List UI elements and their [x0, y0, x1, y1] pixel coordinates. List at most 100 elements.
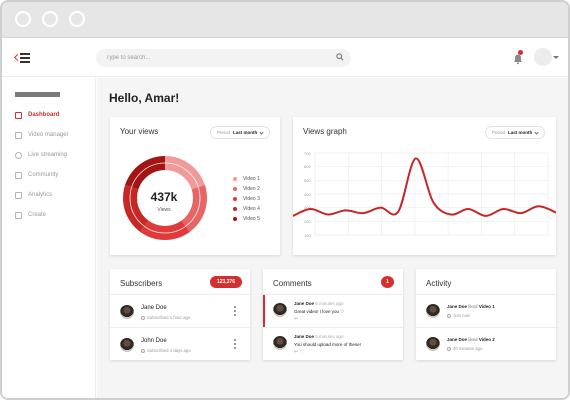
more-options-icon[interactable] — [234, 339, 237, 351]
legend-swatch — [233, 197, 237, 201]
list-item[interactable]: John Doe Subscribed 4 days ago — [110, 327, 250, 360]
sidebar-item-create[interactable]: Create — [15, 209, 93, 221]
window-maximize-button[interactable] — [69, 11, 85, 27]
avatar — [120, 338, 134, 352]
reply-icon[interactable]: ↩ — [294, 349, 298, 355]
selected-indicator — [263, 295, 265, 328]
activity-actor: Jane Doe — [447, 337, 468, 342]
like-icon[interactable]: ♡ — [300, 316, 304, 322]
views-total: 437k — [150, 190, 178, 204]
sidebar-item-label: Analytics — [28, 192, 53, 198]
comment-time: 5 minutes ago — [315, 334, 344, 339]
avatar — [426, 337, 440, 351]
legend-swatch — [233, 187, 237, 191]
menu-collapse-icon[interactable] — [13, 52, 31, 64]
legend-item: Video 1 — [233, 176, 260, 182]
views-line-chart — [293, 152, 556, 236]
comments-count-badge: 1 — [381, 276, 394, 288]
sidebar-item-label: Live streaming — [28, 152, 68, 158]
activity-text: Jane Doe liked Video 1 — [447, 304, 495, 309]
clock-icon — [141, 348, 145, 353]
search-icon[interactable] — [336, 53, 344, 61]
sidebar-item-analytics[interactable]: Analytics — [15, 189, 93, 201]
comment-author: Jane Doe 5 minutes ago — [294, 301, 344, 306]
window-close-button[interactable] — [15, 11, 31, 27]
legend-item: Video 4 — [233, 206, 260, 212]
donut-segment — [140, 220, 190, 240]
comment-author-name: Jane Doe — [294, 301, 315, 306]
avatar — [273, 336, 287, 350]
main-content: Hello, Amar! Your views Period Last mont… — [97, 78, 568, 398]
search-input[interactable] — [96, 49, 351, 67]
notification-bell-icon[interactable] — [512, 53, 524, 65]
subscriber-meta: Subscribed 1 hour ago — [141, 315, 190, 320]
live-streaming-icon — [15, 151, 22, 159]
card-title: Comments — [273, 279, 312, 288]
list-item[interactable]: Jane Doe liked Video 1 Just now — [416, 294, 556, 327]
period-select[interactable]: Period Last month — [210, 126, 270, 139]
avatar — [273, 303, 287, 317]
list-item[interactable]: Jane Doe liked Video 2 40 minutes ago — [416, 327, 556, 360]
subscribers-count-badge: 123,376 — [210, 276, 242, 288]
comment-author-name: Jane Doe — [294, 334, 315, 339]
list-item[interactable]: Jane Doe 5 minutes ago You should upload… — [263, 327, 403, 360]
card-title: Activity — [426, 279, 452, 288]
legend-label: Video 5 — [243, 216, 260, 222]
legend-label: Video 2 — [243, 186, 260, 192]
card-title: Subscribers — [120, 279, 163, 288]
chevron-down-icon — [259, 130, 264, 135]
sidebar-item-community[interactable]: Community — [15, 169, 93, 181]
list-item[interactable]: Jane Doe Subscribed 1 hour ago — [110, 294, 250, 327]
activity-card: Activity Jane Doe liked Video 1 Just now… — [416, 269, 556, 360]
subscriber-meta: Subscribed 4 days ago — [141, 348, 191, 353]
browser-window: Dashboard Video manager Live streaming C… — [0, 0, 570, 400]
window-minimize-button[interactable] — [42, 11, 58, 27]
activity-text: Jane Doe liked Video 2 — [447, 337, 495, 342]
subscriber-meta-text: Subscribed 1 hour ago — [147, 315, 191, 320]
period-label: Period — [217, 130, 231, 135]
legend-label: Video 1 — [243, 176, 260, 182]
views-graph-card: Views graph Period Last month 700 600 500 4… — [293, 117, 556, 255]
dashboard-icon — [15, 111, 22, 119]
legend-swatch — [233, 177, 237, 181]
legend-item: Video 5 — [233, 216, 260, 222]
activity-object: Video 1 — [478, 304, 495, 309]
community-icon — [15, 171, 22, 179]
list-item[interactable]: Jane Doe 5 minutes ago Great video! I lo… — [263, 294, 403, 328]
reply-icon[interactable]: ↩ — [294, 316, 298, 322]
user-avatar[interactable] — [534, 48, 552, 66]
comment-text: Great video! I love you ♡ — [294, 309, 345, 314]
like-icon[interactable]: ♡ — [300, 349, 304, 355]
views-total-label: Views — [157, 207, 171, 213]
subscriber-name: Jane Doe — [141, 305, 167, 311]
chevron-down-icon[interactable] — [553, 56, 559, 59]
activity-verb: liked — [468, 337, 478, 342]
legend-item: Video 2 — [233, 186, 260, 192]
comment-author: Jane Doe 5 minutes ago — [294, 334, 344, 339]
sidebar-item-dashboard[interactable]: Dashboard — [15, 109, 93, 121]
views-series-line — [293, 157, 556, 217]
comment-time: 5 minutes ago — [315, 301, 344, 306]
avatar — [120, 305, 134, 319]
top-bar — [2, 39, 568, 77]
subscriber-name: John Doe — [141, 338, 167, 344]
sidebar-item-live-streaming[interactable]: Live streaming — [15, 149, 93, 161]
legend-item: Video 3 — [233, 196, 260, 202]
legend-swatch — [233, 217, 237, 221]
clock-icon — [447, 313, 451, 318]
create-icon — [15, 211, 22, 219]
period-value: Last month — [233, 130, 258, 135]
card-title: Your views — [120, 127, 159, 136]
comment-actions: ↩ ♡ — [294, 316, 304, 322]
video-manager-icon — [15, 131, 22, 139]
donut-segment — [125, 156, 165, 190]
sidebar-item-video-manager[interactable]: Video manager — [15, 129, 93, 141]
clock-icon — [447, 346, 451, 351]
sidebar-item-label: Community — [28, 172, 59, 178]
legend-swatch — [233, 207, 237, 211]
activity-time: 40 minutes ago — [453, 346, 483, 351]
more-options-icon[interactable] — [234, 306, 237, 318]
analytics-icon — [15, 191, 22, 199]
comment-actions: ↩ ♡ — [294, 349, 304, 355]
window-titlebar — [2, 2, 568, 38]
